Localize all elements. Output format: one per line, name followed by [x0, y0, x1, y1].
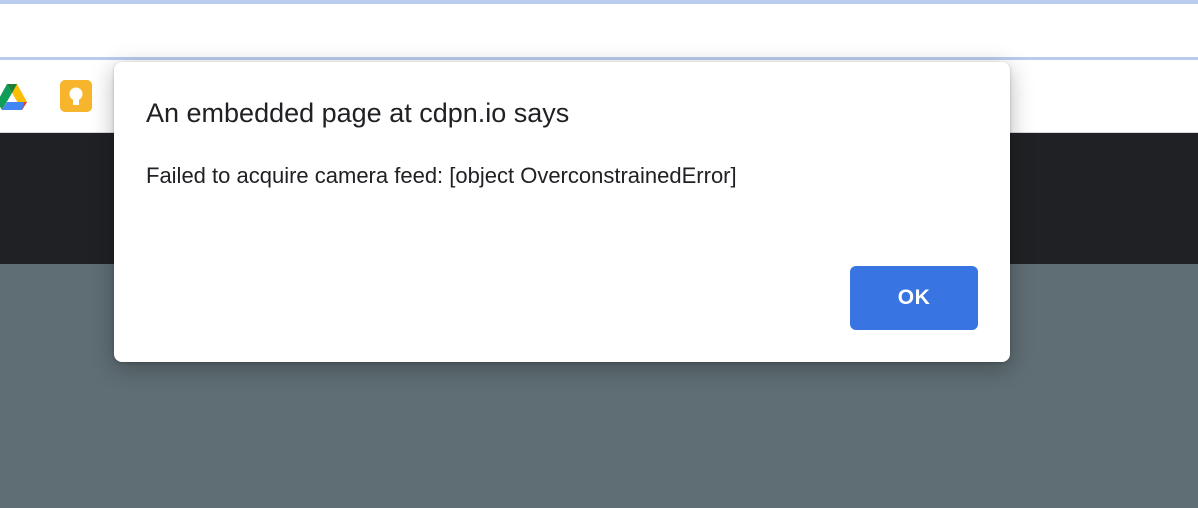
google-drive-icon[interactable]	[0, 80, 28, 112]
dialog-message: Failed to acquire camera feed: [object O…	[146, 163, 737, 188]
ok-button[interactable]: OK	[850, 266, 978, 330]
address-bar-area	[0, 4, 1198, 58]
alert-dialog: An embedded page at cdpn.io says Failed …	[114, 62, 1010, 362]
google-keep-icon[interactable]	[60, 80, 92, 112]
dialog-title: An embedded page at cdpn.io says	[146, 98, 570, 128]
